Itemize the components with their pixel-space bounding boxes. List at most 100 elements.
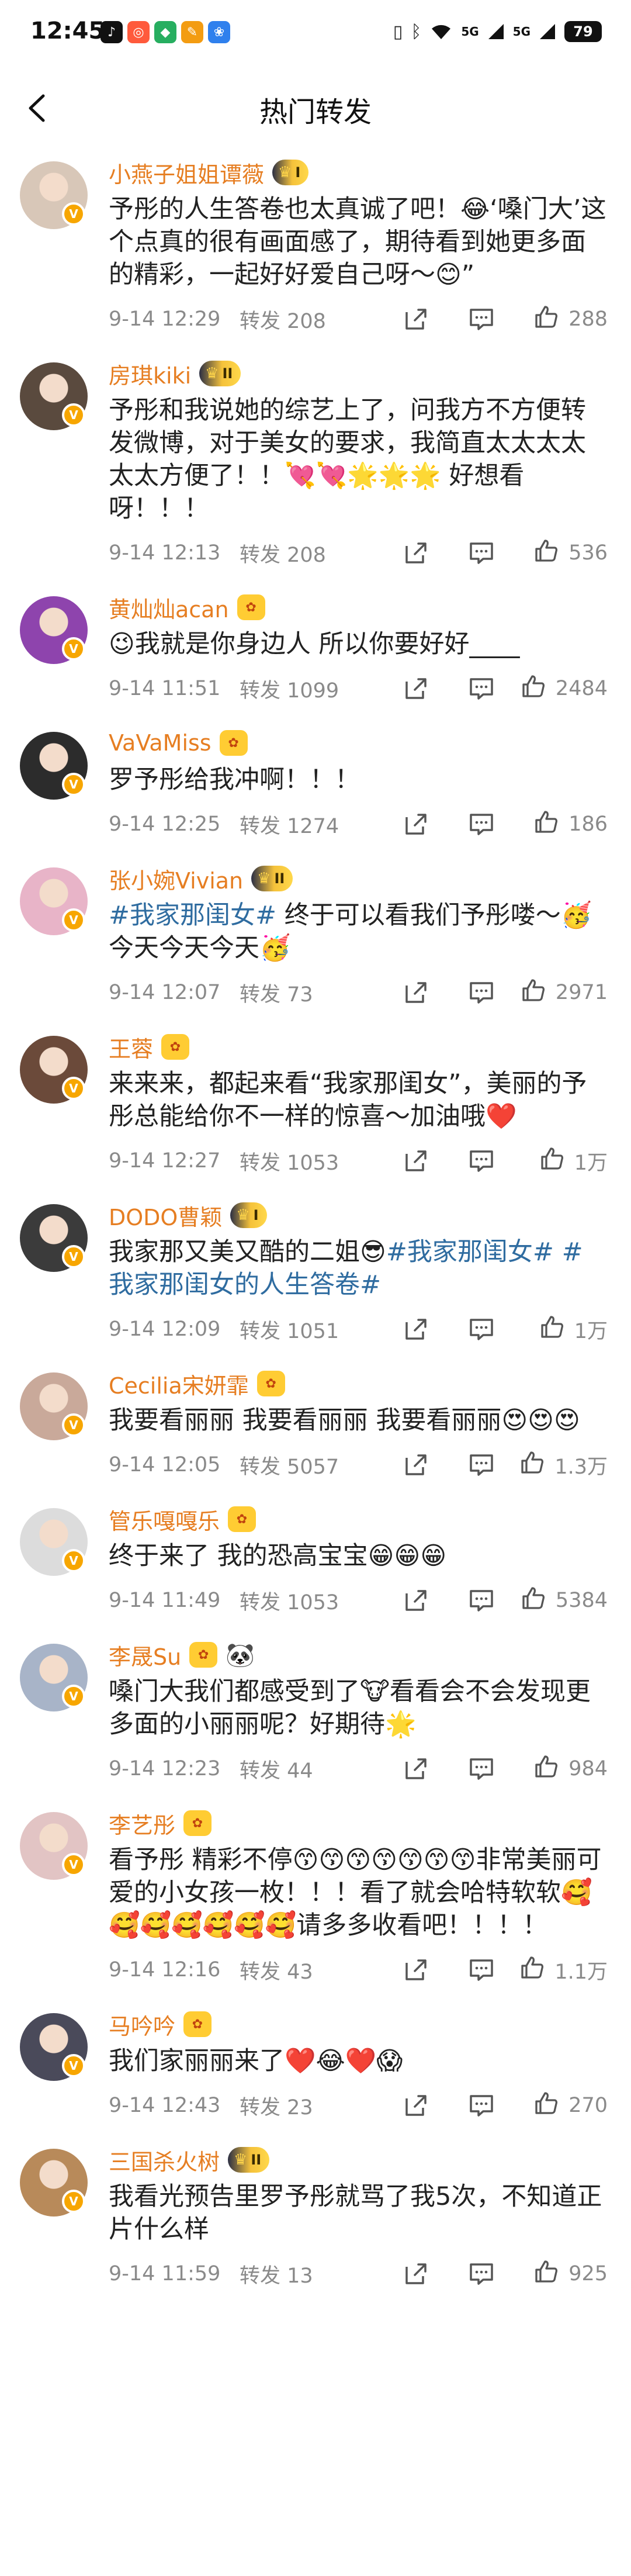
member-crown-badge: ♛ II — [228, 2147, 270, 2173]
username[interactable]: 张小婉Vivian — [109, 863, 243, 895]
comment-button[interactable] — [449, 671, 514, 706]
repost-item[interactable]: V 小燕子姐姐谭薇 ♛ I 予彤的人生答卷也太真诚了吧！😂‘嗓门大’这个点真的很有画面感… — [0, 146, 631, 347]
thumbs-up-icon — [519, 1450, 545, 1481]
orange-app-icon: ✎ — [181, 21, 203, 43]
vibrate-icon: ▯ — [393, 21, 403, 42]
share-button[interactable] — [383, 1952, 449, 1987]
topic-link[interactable]: #我家那闺女# — [109, 901, 276, 930]
comment-button[interactable] — [449, 1952, 514, 1987]
comment-icon — [470, 982, 493, 1004]
comment-button[interactable] — [449, 535, 514, 570]
thumbs-up-icon — [519, 1955, 545, 1986]
comment-icon — [470, 2263, 493, 2285]
share-button[interactable] — [383, 975, 449, 1010]
comment-button[interactable] — [449, 975, 514, 1010]
username[interactable]: 房琪kiki — [109, 358, 191, 390]
like-button[interactable]: 925 — [514, 2259, 608, 2290]
repost-item[interactable]: V 马吟吟 ✿ 我们家丽丽来了❤️😂❤️😱 9-14 12:43 转发 23 270 — [0, 1998, 631, 2134]
username[interactable]: Cecilia宋妍霏 — [109, 1368, 249, 1400]
username[interactable]: 黄灿灿acan — [109, 592, 229, 624]
like-button[interactable]: 984 — [514, 1754, 608, 1785]
like-button[interactable]: 2484 — [514, 673, 608, 704]
comment-button[interactable] — [449, 302, 514, 337]
share-button[interactable] — [383, 1143, 449, 1178]
repost-meta: 9-14 12:43 转发 23 270 — [109, 2077, 608, 2134]
like-button[interactable]: 1.1万 — [514, 1955, 608, 1986]
username[interactable]: 管乐嘎嘎乐 — [109, 1503, 220, 1536]
repost-count: 转发 13 — [240, 2264, 313, 2288]
action-bar: 1.3万 — [383, 1447, 608, 1482]
repost-item[interactable]: V 李晟Su ✿ 🐼 嗓门大我们都感受到了🐮看看会不会发现更多面的小丽丽呢？好期待🌟 9-… — [0, 1628, 631, 1797]
page-title: 热门转发 — [259, 96, 372, 129]
share-button[interactable] — [383, 1312, 449, 1347]
action-bar: 270 — [383, 2088, 608, 2123]
share-button[interactable] — [383, 1447, 449, 1482]
like-button[interactable]: 1万 — [514, 1146, 608, 1177]
share-icon — [405, 1454, 427, 1475]
thumbs-up-icon — [533, 304, 559, 335]
username[interactable]: VaVaMiss — [109, 730, 212, 756]
status-indicators: ▯ ᛒ 5G 5G 79 — [393, 21, 602, 42]
share-icon — [405, 982, 427, 1003]
repost-item[interactable]: V 三国杀火树 ♛ II 我看光预告里罗予彤就骂了我5次，不知道正片什么样 9-14 11… — [0, 2134, 631, 2302]
timestamp: 9-14 12:05 — [109, 1453, 221, 1477]
username[interactable]: 三国杀火树 — [109, 2144, 220, 2176]
username[interactable]: 李晟Su — [109, 1639, 181, 1671]
share-button[interactable] — [383, 535, 449, 570]
username[interactable]: 小燕子姐姐谭薇 — [109, 157, 264, 189]
repost-item[interactable]: V VaVaMiss ✿ 罗予彤给我冲啊！！！ 9-14 12:25 转发 1274 186 — [0, 717, 631, 852]
username[interactable]: 马吟吟 — [109, 2008, 175, 2041]
comment-button[interactable] — [449, 1312, 514, 1347]
repost-item[interactable]: V DODO曹颖 ♛ I 我家那又美又酷的二姐😎#我家那闺女# #我家那闺女的人生答卷#… — [0, 1189, 631, 1357]
repost-item[interactable]: V 李艺彤 ✿ 看予彤 精彩不停😙😙😙😙😙😙😙非常美丽可爱的小女孩一枚！！！看了就会哈… — [0, 1797, 631, 1998]
name-row: Cecilia宋妍霏 ✿ — [109, 1357, 608, 1404]
repost-text: 嗓门大我们都感受到了🐮看看会不会发现更多面的小丽丽呢？好期待🌟 — [109, 1677, 591, 1739]
share-button[interactable] — [383, 1583, 449, 1618]
share-button[interactable] — [383, 1751, 449, 1786]
like-button[interactable]: 270 — [514, 2090, 608, 2121]
like-count: 1.1万 — [554, 1960, 608, 1984]
like-button[interactable]: 536 — [514, 538, 608, 569]
repost-text: 予彤的人生答卷也太真诚了吧！😂‘嗓门大’这个点真的很有画面感了，期待看到她更多面… — [109, 195, 606, 289]
verified-icon: V — [62, 2054, 85, 2077]
repost-item[interactable]: V 房琪kiki ♛ II 予彤和我说她的综艺上了，问我方不方便转发微博，对于美女的要求… — [0, 347, 631, 581]
share-button[interactable] — [383, 2256, 449, 2291]
comment-button[interactable] — [449, 1143, 514, 1178]
comment-button[interactable] — [449, 2256, 514, 2291]
username[interactable]: 李艺彤 — [109, 1807, 175, 1839]
share-button[interactable] — [383, 807, 449, 842]
like-button[interactable]: 1.3万 — [514, 1450, 608, 1481]
comment-button[interactable] — [449, 1447, 514, 1482]
comment-button[interactable] — [449, 807, 514, 842]
fan-badge-icon: ✿ — [189, 1642, 218, 1668]
username[interactable]: 王蓉 — [109, 1031, 153, 1063]
comment-button[interactable] — [449, 2088, 514, 2123]
share-button[interactable] — [383, 302, 449, 337]
name-row: 张小婉Vivian ♛ II — [109, 852, 608, 899]
fan-badge-icon: ✿ — [161, 1034, 190, 1060]
repost-item[interactable]: V Cecilia宋妍霏 ✿ 我要看丽丽 我要看丽丽 我要看丽丽😍😍😍 9-14 12:… — [0, 1357, 631, 1493]
repost-text: 罗予彤给我冲啊！！！ — [109, 765, 360, 794]
comment-button[interactable] — [449, 1751, 514, 1786]
timestamp: 9-14 12:25 — [109, 812, 221, 836]
repost-item[interactable]: V 管乐嘎嘎乐 ✿ 终于来了 我的恐高宝宝😁😁😁 9-14 11:49 转发 1053 53… — [0, 1493, 631, 1628]
crown-icon: ♛ — [205, 365, 219, 382]
repost-item[interactable]: V 王蓉 ✿ 来来来，都起来看“我家那闺女”，美丽的予彤总能给你不一样的惊喜～加油哦❤… — [0, 1021, 631, 1189]
topic-link[interactable]: #我家那闺女# — [386, 1237, 554, 1267]
share-button[interactable] — [383, 671, 449, 706]
repost-item[interactable]: V 黄灿灿acan ✿ 😉我就是你身边人 所以你要好好____ 9-14 11:51 转发… — [0, 581, 631, 717]
like-button[interactable]: 5384 — [514, 1585, 608, 1616]
share-icon — [405, 1959, 427, 1980]
comment-button[interactable] — [449, 1583, 514, 1618]
repost-text: 我们家丽丽来了❤️😂❤️😱 — [109, 2046, 403, 2076]
like-button[interactable]: 288 — [514, 304, 608, 335]
like-button[interactable]: 1万 — [514, 1314, 608, 1345]
fan-badge-icon: ✿ — [228, 1506, 256, 1532]
panda-badge-icon: 🐼 — [226, 1641, 255, 1669]
like-button[interactable]: 2971 — [514, 977, 608, 1008]
repost-item[interactable]: V 张小婉Vivian ♛ II #我家那闺女# 终于可以看我们予彤喽～🥳今天今天今天🥳… — [0, 852, 631, 1021]
share-button[interactable] — [383, 2088, 449, 2123]
username[interactable]: DODO曹颖 — [109, 1199, 222, 1232]
like-count: 2971 — [555, 981, 608, 1004]
like-button[interactable]: 186 — [514, 809, 608, 840]
